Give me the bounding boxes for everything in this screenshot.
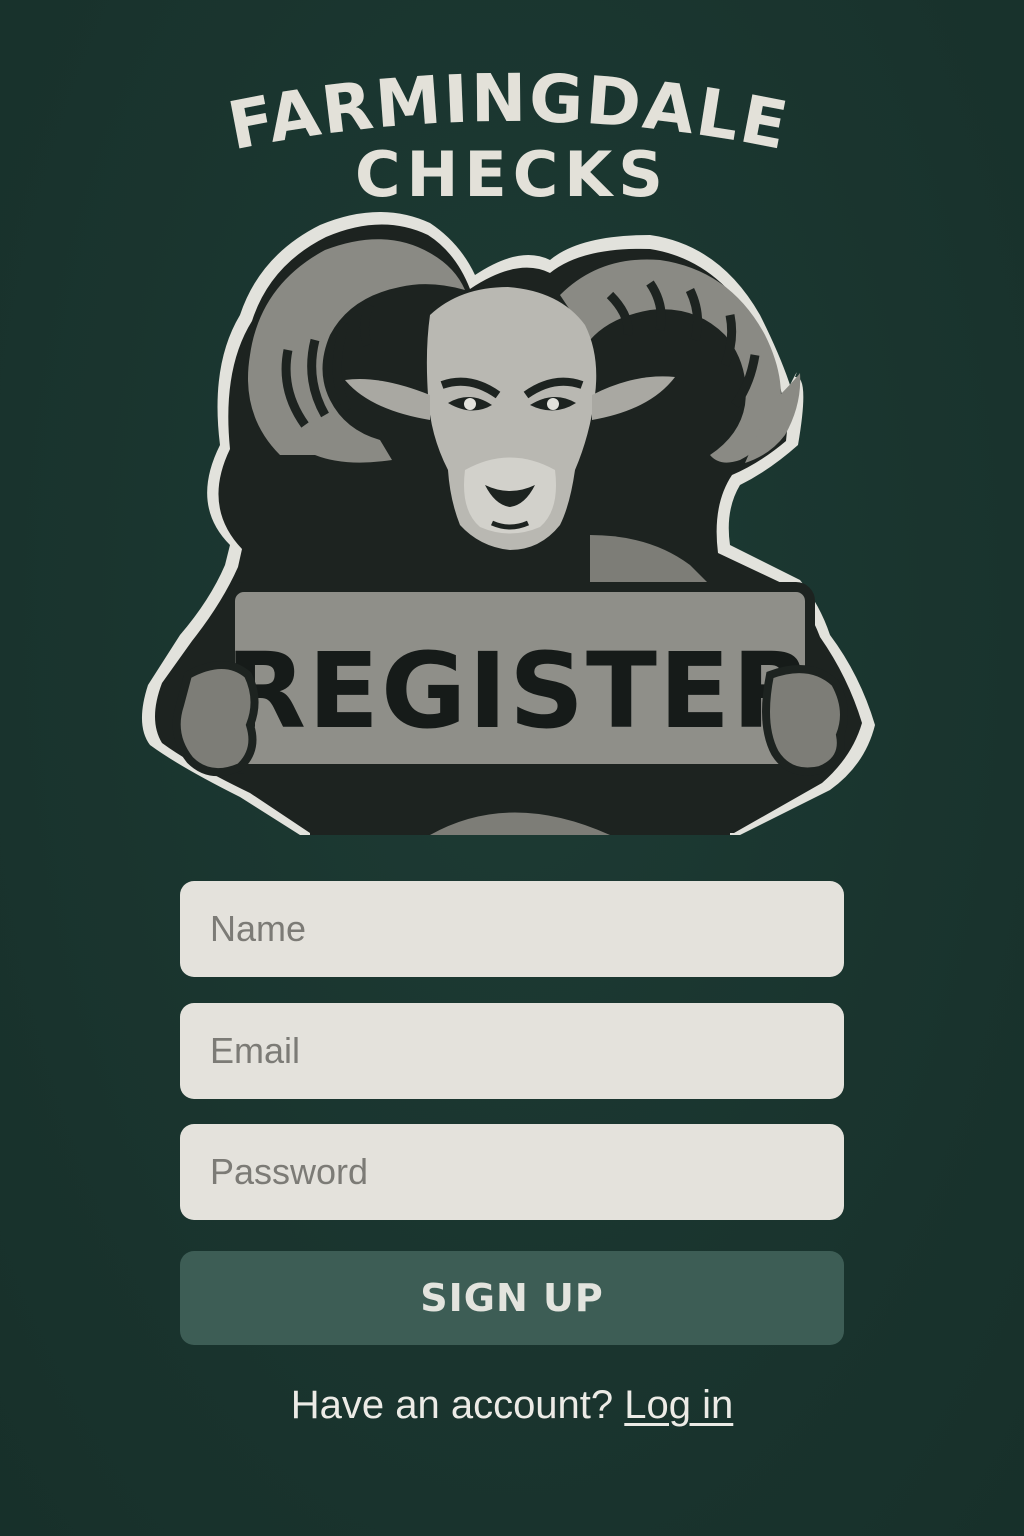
have-account-text: Have an account? xyxy=(290,1383,614,1427)
name-input[interactable] xyxy=(180,881,844,977)
register-screen: FARMINGDALE CHECKS REGISTER Name Email S… xyxy=(0,0,1024,1536)
password-input[interactable] xyxy=(180,1124,844,1220)
login-prompt: Have an account? Log in xyxy=(0,1383,1024,1428)
app-title: FARMINGDALE CHECKS xyxy=(0,70,1024,220)
title-line-2: CHECKS xyxy=(355,138,669,211)
log-in-link[interactable]: Log in xyxy=(624,1383,733,1427)
register-sign-label: REGISTER xyxy=(226,630,814,752)
ram-mascot-icon: REGISTER xyxy=(130,205,890,840)
sign-up-button[interactable]: SIGN UP xyxy=(180,1251,844,1345)
email-input[interactable] xyxy=(180,1003,844,1099)
